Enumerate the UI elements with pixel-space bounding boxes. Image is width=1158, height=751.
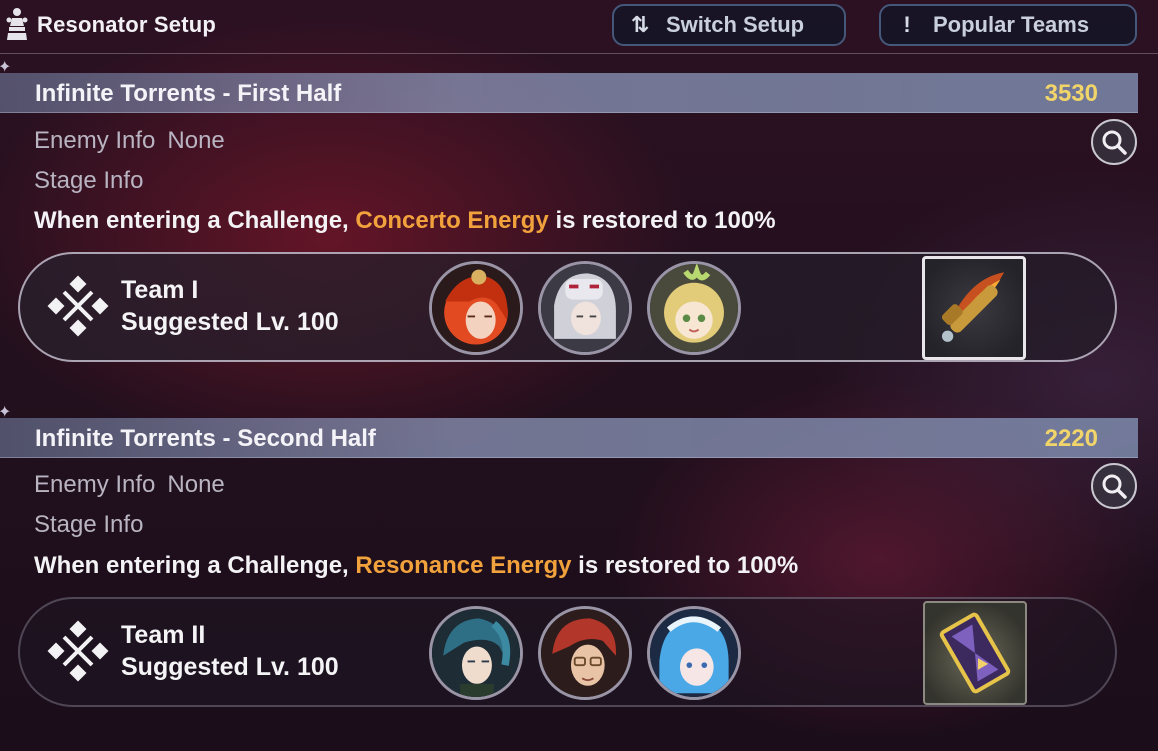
enemy-info: Enemy Info None: [34, 471, 225, 499]
stage-title: Infinite Torrents - First Half: [35, 80, 342, 107]
enemy-info: Enemy Info None: [34, 127, 225, 155]
enemy-info-label: Enemy Info: [34, 471, 156, 498]
team-emblem-icon: [47, 620, 109, 682]
resonator-1-portrait[interactable]: [429, 261, 523, 355]
resonator-5-portrait[interactable]: [538, 606, 632, 700]
stage-info-label: Stage Info: [34, 511, 144, 538]
weapon-slot-2[interactable]: [923, 601, 1027, 705]
team-name: Team II: [121, 621, 206, 649]
page-title: Resonator Setup: [37, 12, 217, 37]
resonator-icon: [6, 8, 28, 40]
stage-score: 3530: [1044, 80, 1098, 107]
enemy-search-button[interactable]: [1091, 463, 1137, 509]
enemy-info-label: Enemy Info: [34, 127, 156, 154]
stage-score: 2220: [1044, 425, 1098, 452]
hourglass-frame-icon: [939, 612, 1011, 694]
enemy-info-value: None: [167, 127, 225, 154]
team-panel-1[interactable]: Team I Suggested Lv. 100: [18, 252, 1117, 362]
weapon-slot-1[interactable]: [922, 256, 1026, 360]
magnifier-icon: [1102, 474, 1127, 499]
enemy-info-value: None: [167, 471, 225, 498]
desc-suffix: is restored to 100%: [578, 552, 799, 579]
resonator-3-portrait[interactable]: [647, 261, 741, 355]
flaming-spyglass-icon: [941, 272, 1005, 342]
stage-title: Infinite Torrents - Second Half: [35, 425, 376, 452]
top-bar: Resonator Setup ⇅ Switch Setup ! Popular…: [0, 0, 1158, 54]
sparkle-icon: ✦: [0, 404, 12, 421]
team-suggested-level: Suggested Lv. 100: [121, 308, 339, 336]
desc-suffix: is restored to 100%: [555, 207, 776, 234]
team-panel-2[interactable]: Team II Suggested Lv. 100: [18, 597, 1117, 707]
switch-setup-button[interactable]: ⇅ Switch Setup: [612, 4, 846, 46]
desc-prefix: When entering a Challenge,: [34, 552, 349, 579]
stage-header-first-half: ✦ Infinite Torrents - First Half 3530: [0, 59, 1138, 113]
popular-teams-label: Popular Teams: [933, 12, 1090, 37]
stage-description: When entering a Challenge, Resonance Ene…: [34, 552, 798, 580]
stage-header-second-half: ✦ Infinite Torrents - Second Half 2220: [0, 404, 1138, 458]
magnifier-icon: [1102, 130, 1127, 155]
resonator-6-portrait[interactable]: [647, 606, 741, 700]
desc-prefix: When entering a Challenge,: [34, 207, 349, 234]
exclamation-icon: !: [903, 12, 911, 37]
sparkle-icon: ✦: [0, 59, 12, 76]
popular-teams-button[interactable]: ! Popular Teams: [879, 4, 1137, 46]
desc-highlight: Resonance Energy: [355, 552, 572, 579]
stage-info-label: Stage Info: [34, 167, 144, 194]
switch-setup-label: Switch Setup: [666, 12, 805, 37]
desc-highlight: Concerto Energy: [355, 207, 549, 234]
team-emblem-icon: [47, 275, 109, 337]
enemy-search-button[interactable]: [1091, 119, 1137, 165]
team-name: Team I: [121, 276, 199, 304]
resonator-2-portrait[interactable]: [538, 261, 632, 355]
resonator-4-portrait[interactable]: [429, 606, 523, 700]
stage-description: When entering a Challenge, Concerto Ener…: [34, 207, 776, 235]
team-suggested-level: Suggested Lv. 100: [121, 653, 339, 681]
swap-arrows-icon: ⇅: [630, 12, 650, 37]
